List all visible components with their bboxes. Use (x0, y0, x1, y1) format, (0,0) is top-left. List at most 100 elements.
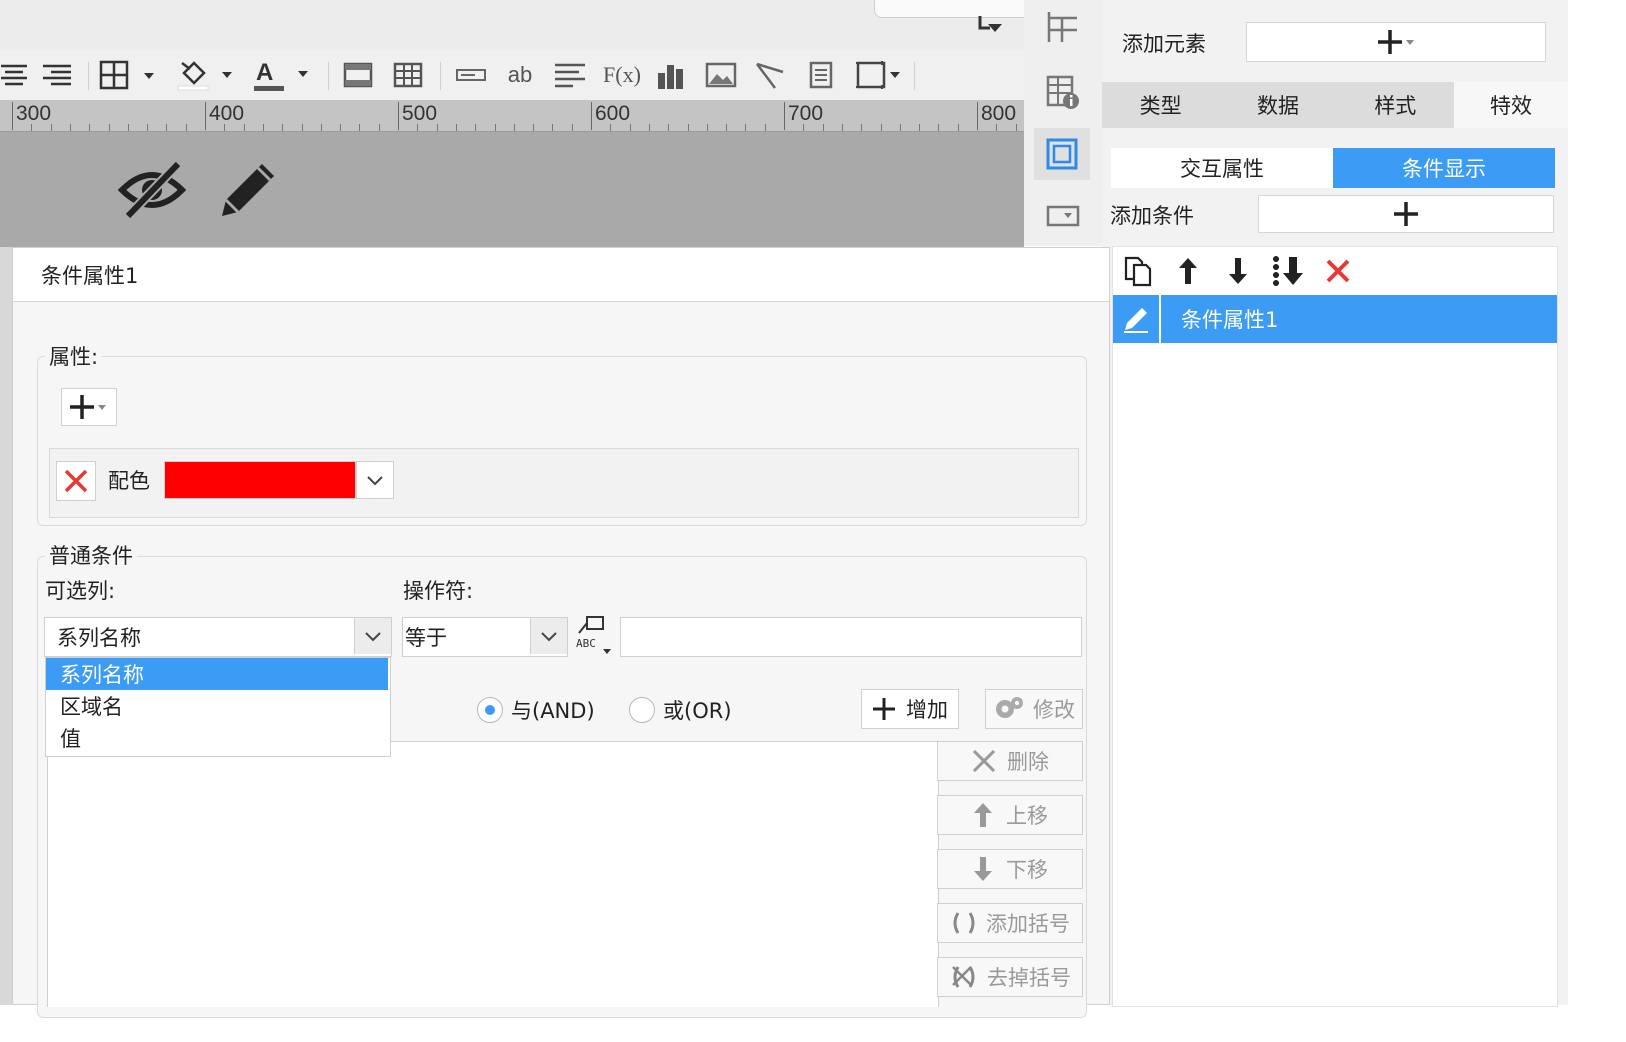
arrow-down-icon[interactable] (1213, 247, 1263, 295)
formula-icon[interactable]: F(x) (602, 60, 642, 90)
ruler-label: 600 (595, 102, 631, 125)
frame-select-icon[interactable] (854, 60, 904, 90)
ruler-tick (340, 124, 342, 131)
ruler-tick (398, 102, 399, 130)
plus-icon (873, 698, 895, 720)
optional-column-label: 可选列: (45, 579, 116, 603)
ruler-tick (224, 124, 226, 131)
remove-property-icon[interactable] (56, 461, 96, 501)
tab-data[interactable]: 数据 (1219, 82, 1336, 128)
toolbar-separator (914, 62, 915, 90)
arrow-up-icon[interactable] (1163, 247, 1213, 295)
delete-button[interactable]: 删除 (937, 741, 1083, 781)
align-right-icon[interactable] (40, 60, 72, 90)
chevron-down-icon[interactable] (354, 618, 391, 654)
add-condition-item-button[interactable]: 增加 (861, 689, 959, 729)
ruler-tick (571, 124, 573, 131)
add-button-label: 增加 (906, 698, 948, 722)
add-bracket-label: 添加括号 (986, 912, 1070, 936)
column-select-value: 系列名称 (57, 626, 141, 650)
condition-item-label: 条件属性1 (1181, 308, 1279, 332)
condition-rules-list[interactable] (47, 741, 939, 1007)
ruler-tick (417, 124, 419, 131)
add-condition-label: 添加条件 (1110, 204, 1194, 228)
component-frame-icon[interactable] (1034, 128, 1090, 180)
ruler-label: 700 (788, 102, 824, 125)
fill-color-icon[interactable] (176, 60, 236, 91)
tab-type[interactable]: 类型 (1102, 82, 1219, 128)
border-grid-icon[interactable] (98, 60, 158, 90)
copy-icon[interactable] (1113, 247, 1163, 295)
ruler-tick (919, 124, 921, 131)
move-to-bottom-icon[interactable] (1263, 247, 1313, 295)
collapse-icon[interactable] (976, 12, 1004, 36)
color-dropdown-arrow[interactable] (356, 461, 394, 499)
layout-grid-icon[interactable] (1044, 8, 1082, 46)
bracket-icon (953, 912, 975, 934)
ruler-tick (50, 124, 52, 131)
dropdown-option[interactable]: 值 (46, 722, 388, 754)
modify-button[interactable]: 修改 (985, 689, 1083, 729)
ruler-tick (803, 124, 805, 131)
ruler-tick (841, 124, 843, 131)
paragraph-icon[interactable] (552, 60, 588, 90)
bar-chart-icon[interactable] (654, 60, 688, 90)
line-tool-icon[interactable] (754, 60, 788, 90)
ruler-tick (861, 124, 863, 131)
property-tabs: 类型 数据 样式 (1102, 82, 1454, 128)
operator-select[interactable]: 等于 (402, 617, 568, 657)
edit-pencil-icon[interactable] (216, 156, 280, 222)
radio-and[interactable] (477, 697, 503, 723)
add-property-button[interactable] (61, 388, 117, 426)
move-up-button[interactable]: 上移 (937, 795, 1083, 835)
text-field-icon[interactable] (454, 60, 488, 90)
column-select[interactable]: 系列名称 (44, 617, 392, 657)
toolbar-separator (88, 62, 89, 90)
tab-style[interactable]: 样式 (1337, 82, 1454, 128)
add-element-button[interactable] (1246, 22, 1546, 62)
ruler-tick (552, 124, 554, 131)
edit-icon[interactable] (1113, 295, 1161, 343)
design-canvas[interactable] (0, 132, 1024, 247)
label-text-icon[interactable]: ab (504, 60, 536, 90)
chevron-down-icon[interactable] (530, 618, 567, 654)
dropdown-option[interactable]: 系列名称 (46, 658, 388, 690)
condition-value-input[interactable] (620, 617, 1082, 657)
list-item[interactable]: 条件属性1 (1113, 295, 1557, 343)
document-icon[interactable] (804, 60, 838, 90)
ruler-tick (243, 124, 245, 131)
right-property-panel: 添加元素 类型 数据 样式 特效 交互属性 条件显示 添加条件 条件属性1 (1102, 0, 1568, 1007)
arrow-up-icon (974, 803, 992, 827)
radio-or[interactable] (629, 697, 655, 723)
normal-condition-title: 普通条件 (45, 540, 137, 570)
font-color-icon[interactable]: A (252, 59, 312, 91)
color-swatch[interactable] (164, 461, 356, 499)
add-condition-button[interactable] (1258, 195, 1554, 233)
subtab-interaction[interactable]: 交互属性 (1111, 148, 1333, 188)
dropdown-option[interactable]: 区域名 (46, 690, 388, 722)
align-center-icon[interactable] (0, 60, 30, 90)
ruler-tick (12, 102, 13, 130)
add-bracket-button[interactable]: 添加括号 (937, 903, 1083, 943)
move-down-button[interactable]: 下移 (937, 849, 1083, 889)
toolbar-separator (440, 62, 441, 90)
hide-eye-icon[interactable] (117, 158, 187, 220)
value-type-icon[interactable]: ABC (573, 614, 615, 656)
color-scheme-label: 配色 (108, 469, 150, 493)
column-dropdown-list: 系列名称 区域名 值 (45, 657, 391, 757)
image-icon[interactable] (704, 60, 738, 90)
table-icon[interactable] (392, 60, 424, 90)
radio-or-label: 或(OR) (663, 699, 732, 723)
dialog-title: 条件属性1 (13, 248, 1109, 302)
ruler-tick (455, 124, 457, 131)
delete-icon[interactable] (1313, 247, 1363, 295)
ruler-tick (205, 102, 206, 130)
tab-effects[interactable]: 特效 (1454, 82, 1568, 128)
table-info-icon[interactable] (1044, 74, 1082, 112)
canvas-left-strip (0, 247, 12, 1005)
ruler-tick (745, 124, 747, 131)
table-frame-icon[interactable] (342, 60, 374, 90)
dropdown-widget-icon[interactable] (1044, 196, 1082, 234)
remove-bracket-button[interactable]: 去掉括号 (937, 957, 1083, 997)
subtab-conditional-display[interactable]: 条件显示 (1333, 148, 1555, 188)
